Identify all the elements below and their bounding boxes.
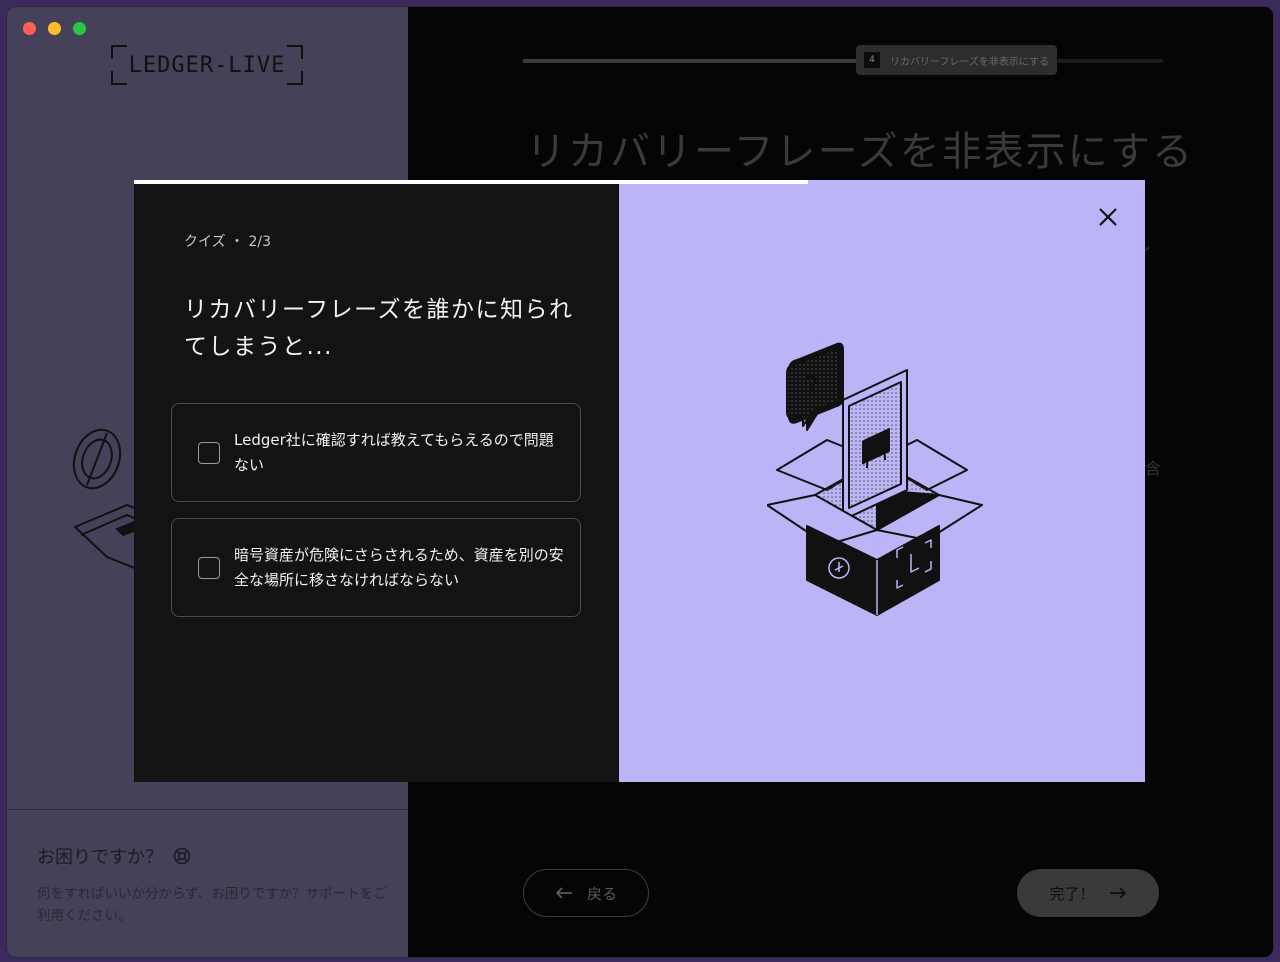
back-button-label: 戻る [586, 884, 617, 903]
quiz-progress-bar [134, 180, 808, 184]
quiz-option[interactable]: Ledger社に確認すれば教えてもらえるので問題ない [171, 403, 581, 502]
maximize-window-button[interactable] [73, 22, 86, 35]
option-checkbox[interactable] [198, 441, 220, 464]
lifebuoy-icon[interactable] [173, 847, 191, 865]
option-label: Ledger社に確認すれば教えてもらえるので問題ない [234, 430, 554, 474]
close-icon[interactable] [1095, 204, 1121, 230]
done-button-label: 完了！ [1049, 884, 1095, 903]
help-text: 何をすればいいか分からず、お困りですか？サポートをご利用ください。 [37, 886, 387, 924]
quiz-question: リカバリーフレーズを誰かに知られてしまうと... [184, 297, 574, 360]
current-step-chip: 4 リカバリーフレーズを非表示にする [856, 45, 1057, 75]
illustration-panel: ? [619, 180, 1145, 782]
step-number: 4 [864, 52, 880, 68]
minimize-window-button[interactable] [48, 22, 61, 35]
step-label: リカバリーフレーズを非表示にする [890, 56, 1049, 68]
back-button[interactable]: 戻る [523, 869, 649, 917]
window-controls [23, 22, 86, 35]
quiz-modal: クイズ ・ 2/3 リカバリーフレーズを誰かに知られてしまうと... Ledge… [134, 180, 1145, 782]
quiz-option[interactable]: 暗号資産が危険にさらされるため、資産を別の安全な場所に移さなければならない [171, 518, 581, 617]
ledger-live-logo: LEDGER-LIVE [111, 45, 303, 85]
close-window-button[interactable] [23, 22, 36, 35]
quiz-counter: クイズ ・ 2/3 [184, 234, 272, 250]
arrow-right-icon [1109, 887, 1126, 899]
stepper-fill [523, 59, 858, 63]
box-with-lock-illustration: ? [767, 342, 983, 616]
option-checkbox[interactable] [198, 556, 220, 579]
done-button[interactable]: 完了！ [1017, 869, 1159, 917]
stepper-track [523, 59, 1163, 63]
quiz-panel: クイズ ・ 2/3 リカバリーフレーズを誰かに知られてしまうと... Ledge… [134, 180, 619, 782]
option-label: 暗号資産が危険にさらされるため、資産を別の安全な場所に移さなければならない [234, 545, 564, 589]
arrow-left-icon [555, 887, 572, 899]
background-text-fragment: 含 [1145, 459, 1162, 478]
logo-text: LEDGER-LIVE [128, 52, 286, 78]
sidebar-divider [7, 809, 408, 810]
help-title: お困りですか？ [37, 843, 191, 869]
page-title: リカバリーフレーズを非表示にする [526, 129, 1194, 175]
